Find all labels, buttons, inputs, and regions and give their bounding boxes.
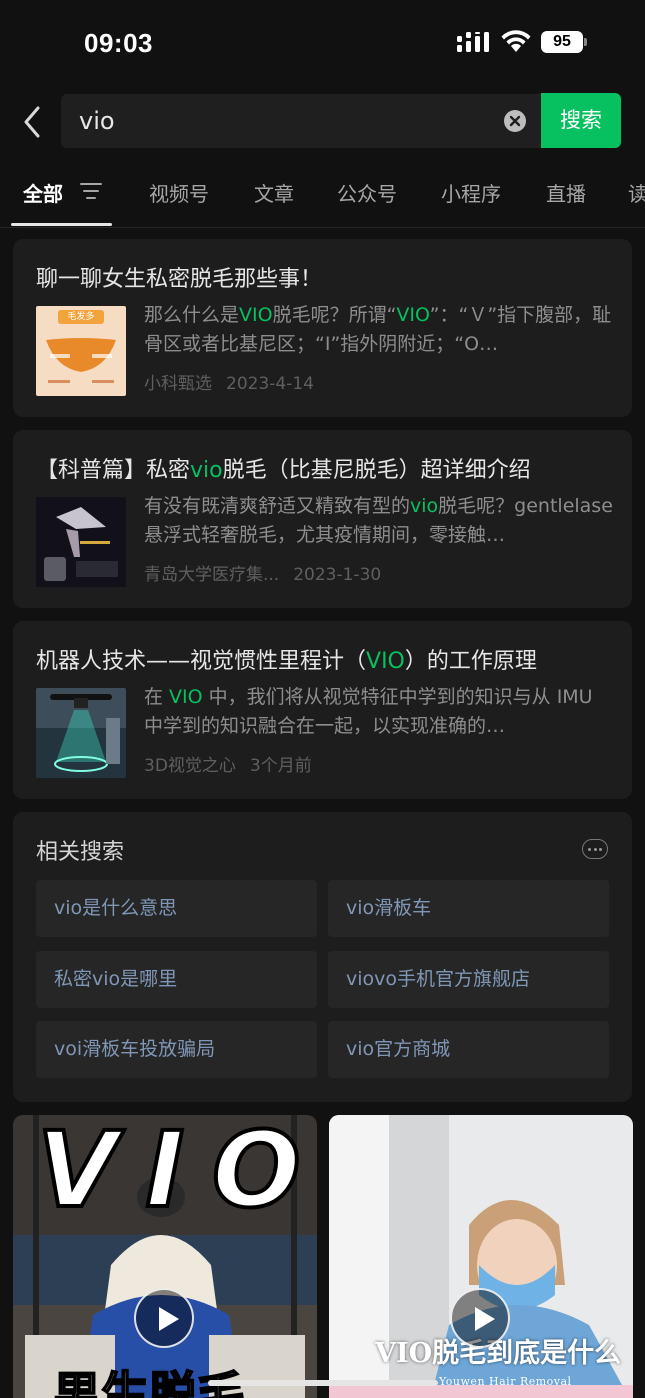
related-search-chip[interactable]: vio官方商城 — [328, 1021, 609, 1078]
more-options-icon[interactable] — [582, 839, 608, 859]
video-subcaption: Youwen Hair Removal — [439, 1375, 572, 1388]
battery-icon: 95 — [541, 31, 587, 53]
related-search-chip[interactable]: 私密vio是哪里 — [36, 951, 317, 1008]
result-source: 青岛大学医疗集... — [144, 565, 280, 585]
filter-icon[interactable] — [80, 182, 102, 200]
cellular-signal-icon — [457, 32, 489, 52]
result-title: 【科普篇】私密vio脱毛（比基尼脱毛）超详细介绍 — [36, 458, 531, 483]
search-button[interactable]: 搜索 — [541, 93, 621, 148]
result-title: 聊一聊女生私密脱毛那些事！ — [36, 267, 323, 292]
active-tab-indicator — [11, 223, 112, 226]
status-bar: 09:03 95 — [0, 0, 645, 88]
result-card[interactable]: 聊一聊女生私密脱毛那些事！ 毛发多 那么什么是VIO脱毛呢？所谓“VIO”：“Ｖ… — [13, 239, 632, 417]
tab-mini-programs[interactable]: 小程序 — [441, 178, 501, 207]
result-card[interactable]: 机器人技术——视觉惯性里程计（VIO）的工作原理 在 VIO 中，我们将从视觉特… — [13, 621, 632, 799]
result-thumbnail — [36, 688, 126, 778]
video-overlay-title: VIO — [35, 1115, 317, 1233]
result-meta: 3D视觉之心 3个月前 — [144, 751, 326, 776]
result-date: 2023-4-14 — [226, 374, 314, 394]
tab-official-accounts[interactable]: 公众号 — [337, 178, 397, 207]
play-icon[interactable] — [134, 1288, 194, 1348]
result-thumbnail — [36, 497, 126, 587]
related-search-chip[interactable]: vio是什么意思 — [36, 880, 317, 937]
related-search-chip[interactable]: vio滑板车 — [328, 880, 609, 937]
result-meta: 小科甄选 2023-4-14 — [144, 369, 328, 394]
result-source: 3D视觉之心 — [144, 756, 236, 776]
result-date: 3个月前 — [249, 756, 312, 776]
search-input[interactable] — [79, 94, 479, 148]
related-searches-title: 相关搜索 — [36, 840, 125, 865]
tab-live[interactable]: 直播 — [546, 178, 586, 207]
related-search-chip[interactable]: viovo手机官方旗舰店 — [328, 951, 609, 1008]
home-indicator — [208, 1380, 438, 1386]
result-meta: 青岛大学医疗集... 2023-1-30 — [144, 560, 395, 585]
result-thumbnail: 毛发多 — [36, 306, 126, 396]
tab-reading[interactable]: 读 — [628, 178, 645, 207]
wifi-icon — [501, 30, 531, 52]
back-arrow-icon[interactable] — [18, 104, 48, 140]
result-title: 机器人技术——视觉惯性里程计（VIO）的工作原理 — [36, 649, 537, 674]
result-snippet: 有没有既清爽舒适又精致有型的vio脱毛呢？gentlelase悬浮式轻奢脱毛，尤… — [144, 495, 613, 546]
clear-search-icon[interactable] — [504, 110, 526, 132]
result-snippet: 那么什么是VIO脱毛呢？所谓“VIO”：“Ｖ”指下腹部，耻骨区或者比基尼区；“I… — [144, 304, 612, 355]
play-icon[interactable] — [450, 1288, 510, 1348]
search-field — [61, 94, 541, 148]
tab-all[interactable]: 全部 — [23, 178, 63, 207]
video-caption: 男生脱毛 — [52, 1366, 246, 1398]
tab-articles[interactable]: 文章 — [254, 178, 294, 207]
related-search-chip[interactable]: voi滑板车投放骗局 — [36, 1021, 317, 1078]
result-date: 2023-1-30 — [293, 565, 382, 585]
result-card[interactable]: 【科普篇】私密vio脱毛（比基尼脱毛）超详细介绍 有没有既清爽舒适又精致有型的v… — [13, 430, 632, 608]
related-searches: 相关搜索 vio是什么意思 vio滑板车 私密vio是哪里 viovo手机官方旗… — [13, 812, 632, 1102]
video-card[interactable]: VIO 男生脱毛 — [13, 1115, 317, 1398]
result-tabs: 全部 视频号 文章 公众号 小程序 直播 读 — [0, 170, 645, 228]
status-time: 09:03 — [84, 28, 153, 58]
result-source: 小科甄选 — [144, 374, 212, 394]
result-snippet: 在 VIO 中，我们将从视觉特征中学到的知识与从 IMU 中学到的知识融合在一起… — [144, 686, 593, 737]
battery-level: 95 — [541, 31, 583, 53]
video-card[interactable]: VIO脱毛到底是什么 Youwen Hair Removal — [329, 1115, 633, 1398]
tab-channels[interactable]: 视频号 — [149, 178, 209, 207]
